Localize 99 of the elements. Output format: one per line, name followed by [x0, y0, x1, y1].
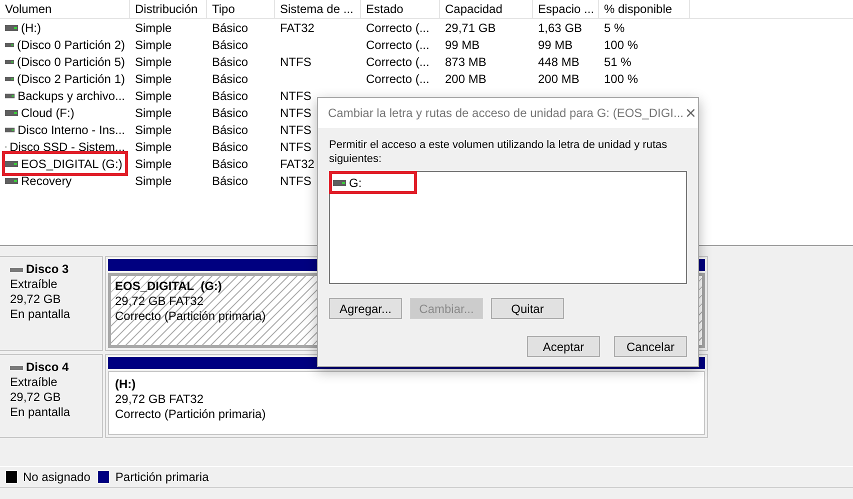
table-cell: NTFS: [280, 140, 312, 154]
table-cell: Simple: [135, 20, 172, 34]
table-cell: Básico: [212, 106, 248, 120]
disk-name: Disco 3: [26, 262, 69, 277]
table-cell: Básico: [212, 38, 248, 52]
column-header[interactable]: Espacio ...: [533, 0, 599, 18]
table-cell: Simple: [135, 106, 172, 120]
partition-label: EOS_DIGITAL (G:): [115, 279, 222, 294]
drive-icon: [5, 160, 18, 166]
table-cell: Correcto (...: [366, 20, 430, 34]
table-cell: 200 MB: [445, 72, 486, 86]
table-cell: NTFS: [280, 174, 312, 188]
partition-block[interactable]: (H:) 29,72 GB FAT32 Correcto (Partición primaria): [108, 371, 705, 435]
table-cell: Básico: [212, 54, 248, 68]
column-header[interactable]: % disponible: [599, 0, 690, 18]
table-cell: Básico: [212, 140, 248, 154]
partition-label: (H:): [115, 377, 136, 392]
table-cell: Básico: [212, 88, 248, 102]
dialog-description: Permitir el acceso a este volumen utilizando la letra de unidad y rutas siguientes:: [329, 138, 668, 166]
table-cell: Básico: [212, 156, 248, 170]
table-cell: NTFS: [280, 88, 312, 102]
table-cell: 29,71 GB: [445, 20, 496, 34]
table-cell: 448 MB: [538, 54, 580, 68]
table-cell: Recovery: [21, 174, 72, 188]
table-cell: (Disco 0 Partición 2): [16, 38, 125, 52]
partition-status: Correcto (Partición primaria): [115, 309, 266, 324]
disk-status: En pantalla: [10, 307, 70, 322]
action-button[interactable]: Quitar: [491, 298, 564, 319]
table-cell: (Disco 0 Partición 5): [16, 54, 125, 68]
table-cell: 873 MB: [445, 54, 486, 68]
column-header[interactable]: Capacidad: [440, 0, 533, 18]
table-cell: Cloud (F:): [21, 106, 74, 120]
partition-status: Correcto (Partición primaria): [115, 407, 266, 422]
drive-icon: [5, 76, 14, 82]
disk-status: En pantalla: [10, 405, 70, 420]
table-cell: Simple: [135, 156, 172, 170]
column-header[interactable]: Tipo: [207, 0, 275, 18]
drive-icon: [5, 42, 14, 48]
drive-icon: [5, 24, 18, 30]
table-cell: Correcto (...: [366, 54, 430, 68]
drive-icon: [5, 110, 18, 116]
table-cell: 100 %: [604, 72, 638, 86]
column-header[interactable]: Volumen: [0, 0, 130, 18]
table-cell: FAT32: [280, 156, 314, 170]
table-cell: 100 %: [604, 38, 638, 52]
table-cell: Básico: [212, 72, 248, 86]
dialog-button[interactable]: Cancelar: [614, 336, 687, 357]
action-button[interactable]: Agregar...: [329, 298, 402, 319]
drive-icon: [5, 126, 15, 132]
drive-icon: [5, 92, 15, 98]
table-cell: Simple: [135, 88, 172, 102]
table-cell: NTFS: [280, 106, 312, 120]
disk-type: Extraíble: [10, 277, 58, 292]
disk-info-panel[interactable]: Disco 4 Extraíble 29,72 GB En pantalla: [0, 354, 103, 438]
drive-icon: [5, 178, 18, 184]
table-cell: Básico: [212, 122, 248, 136]
drive-icon: [5, 58, 14, 64]
path-item[interactable]: G:: [333, 175, 413, 190]
table-cell: 99 MB: [445, 38, 480, 52]
table-cell: (Disco 2 Partición 1): [16, 72, 125, 86]
disk-size: 29,72 GB: [10, 292, 61, 307]
table-cell: 99 MB: [538, 38, 573, 52]
legend-label: Partición primaria: [115, 470, 209, 484]
table-cell: Simple: [135, 140, 172, 154]
table-cell: Básico: [212, 20, 248, 34]
table-cell: NTFS: [280, 54, 312, 68]
column-header[interactable]: Distribución: [130, 0, 207, 18]
dialog-title: Cambiar la letra y rutas de acceso de unidad para G: (EOS_DIGI...: [328, 106, 684, 120]
disk-info-panel[interactable]: Disco 3 Extraíble 29,72 GB En pantalla: [0, 256, 103, 351]
column-header[interactable]: Estado: [361, 0, 440, 18]
partition-size: 29,72 GB FAT32: [115, 294, 204, 309]
close-button[interactable]: ×: [684, 98, 698, 128]
table-cell: Simple: [135, 72, 172, 86]
legend-label: No asignado: [23, 470, 90, 484]
table-cell: Disco Interno - Ins...: [18, 122, 125, 136]
table-cell: 5 %: [604, 20, 625, 34]
table-cell: Correcto (...: [366, 38, 430, 52]
table-cell: Simple: [135, 122, 172, 136]
table-cell: Correcto (...: [366, 72, 430, 86]
table-cell: 200 MB: [538, 72, 580, 86]
table-cell: Básico: [212, 174, 248, 188]
column-header[interactable]: Sistema de ...: [275, 0, 361, 18]
table-cell: Backups y archivo...: [18, 88, 125, 102]
partition-size: 29,72 GB FAT32: [115, 392, 204, 407]
table-cell: Simple: [135, 174, 172, 188]
table-cell: 51 %: [604, 54, 632, 68]
disk-type: Extraíble: [10, 375, 58, 390]
table-cell: EOS_DIGITAL (G:): [21, 156, 122, 170]
disk-size: 29,72 GB: [10, 390, 61, 405]
table-cell: NTFS: [280, 122, 312, 136]
table-cell: 1,63 GB: [538, 20, 582, 34]
table-cell: Simple: [135, 38, 172, 52]
table-cell: Simple: [135, 54, 172, 68]
table-cell: FAT32: [280, 20, 314, 34]
drive-icon: [333, 180, 346, 186]
table-cell: (H:): [21, 20, 41, 34]
dialog-button[interactable]: Aceptar: [527, 336, 600, 357]
table-cell: Disco SSD - Sistem...: [10, 140, 125, 154]
disk-name: Disco 4: [26, 360, 69, 375]
